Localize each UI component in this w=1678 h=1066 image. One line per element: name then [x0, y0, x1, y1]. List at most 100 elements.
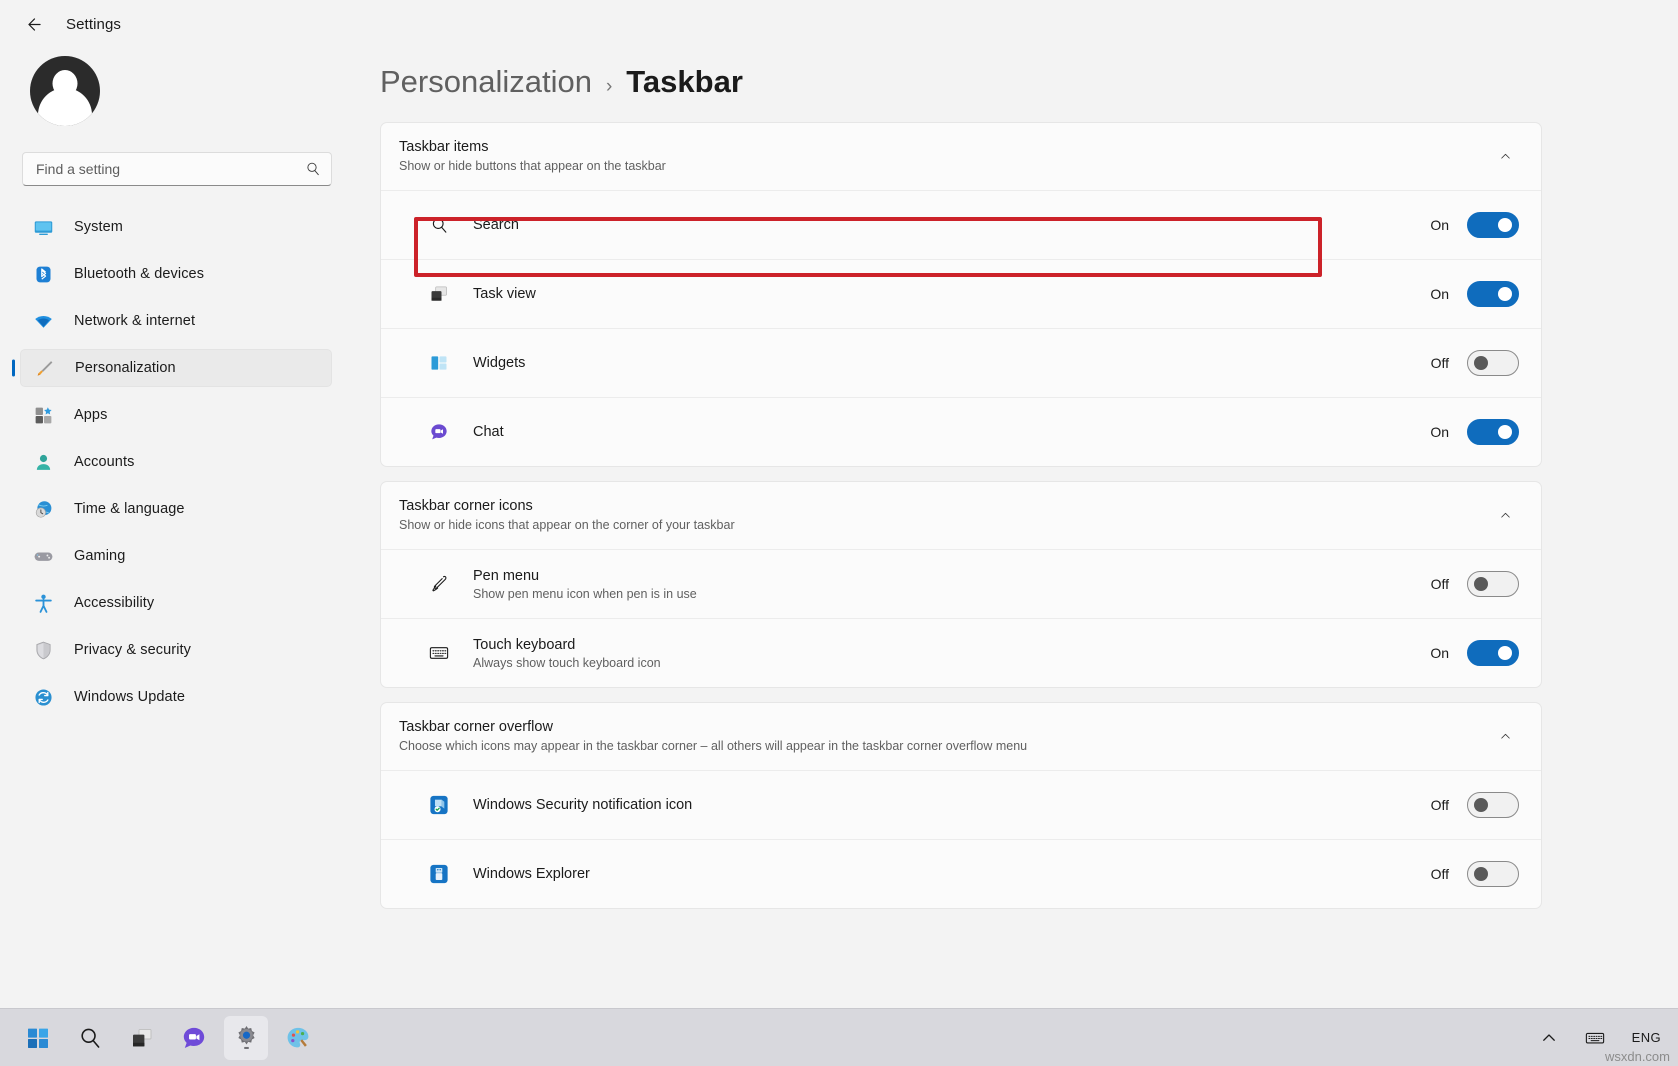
breadcrumb-parent[interactable]: Personalization — [380, 64, 592, 100]
sidebar-item-bluetooth-devices[interactable]: Bluetooth & devices — [20, 255, 332, 293]
task-view-icon — [427, 282, 451, 306]
person-icon — [32, 451, 54, 473]
search-setting-box[interactable] — [22, 152, 332, 186]
magnifier-icon — [78, 1026, 102, 1050]
window-body: System Bluetooth & devices — [0, 48, 1678, 1066]
setting-row-windows-explorer[interactable]: Windows Explorer Off — [381, 839, 1541, 908]
sidebar-item-accessibility[interactable]: Accessibility — [20, 584, 332, 622]
setting-label: Pen menu — [473, 568, 1431, 584]
section-header[interactable]: Taskbar items Show or hide buttons that … — [381, 123, 1541, 190]
chevron-up-icon[interactable] — [1491, 142, 1519, 170]
setting-description: Always show touch keyboard icon — [473, 656, 1430, 670]
sidebar-item-label: System — [74, 219, 123, 235]
section-header[interactable]: Taskbar corner icons Show or hide icons … — [381, 482, 1541, 549]
search-toggle[interactable] — [1467, 212, 1519, 238]
task-view-icon — [130, 1026, 154, 1050]
sidebar-item-label: Accounts — [74, 454, 134, 470]
accessibility-person-icon — [32, 592, 54, 614]
touch-keyboard-tray-button[interactable] — [1577, 1018, 1613, 1058]
section-title: Taskbar items — [399, 139, 1491, 155]
avatar-body — [38, 88, 92, 126]
settings-button[interactable] — [224, 1016, 268, 1060]
sidebar-item-network-internet[interactable]: Network & internet — [20, 302, 332, 340]
setting-row-touch-keyboard[interactable]: Touch keyboard Always show touch keyboar… — [381, 618, 1541, 687]
setting-description: Show pen menu icon when pen is in use — [473, 587, 1431, 601]
sidebar-item-label: Network & internet — [74, 313, 195, 329]
search-input[interactable] — [36, 161, 305, 177]
touch-keyboard-toggle[interactable] — [1467, 640, 1519, 666]
sidebar-item-label: Personalization — [75, 360, 176, 376]
setting-row-widgets[interactable]: Widgets Off — [381, 328, 1541, 397]
chat-icon — [181, 1025, 207, 1051]
search-button[interactable] — [68, 1016, 112, 1060]
sidebar-item-label: Apps — [74, 407, 107, 423]
windows-explorer-icon — [427, 862, 451, 886]
monitor-icon — [32, 216, 54, 238]
sidebar-item-label: Gaming — [74, 548, 125, 564]
section-taskbar-items: Taskbar items Show or hide buttons that … — [380, 122, 1542, 467]
chat-toggle[interactable] — [1467, 419, 1519, 445]
content-area: Personalization › Taskbar Taskbar items … — [352, 48, 1678, 1066]
section-subtitle: Show or hide icons that appear on the co… — [399, 518, 1491, 532]
sidebar-item-personalization[interactable]: Personalization — [20, 349, 332, 387]
sidebar-item-label: Bluetooth & devices — [74, 266, 204, 282]
sidebar-item-windows-update[interactable]: Windows Update — [20, 678, 332, 716]
back-button[interactable] — [16, 6, 52, 42]
setting-row-pen-menu[interactable]: Pen menu Show pen menu icon when pen is … — [381, 549, 1541, 618]
section-title: Taskbar corner icons — [399, 498, 1491, 514]
gear-icon — [233, 1024, 260, 1051]
sidebar: System Bluetooth & devices — [0, 48, 352, 1066]
tray-overflow-button[interactable] — [1533, 1018, 1565, 1058]
sidebar-item-apps[interactable]: Apps — [20, 396, 332, 434]
windows-security-toggle[interactable] — [1467, 792, 1519, 818]
breadcrumb: Personalization › Taskbar — [380, 48, 1678, 122]
chat-icon — [427, 420, 451, 444]
paint-palette-icon — [285, 1025, 311, 1051]
sidebar-item-time-language[interactable]: Time & language — [20, 490, 332, 528]
title-bar: Settings — [0, 0, 1678, 48]
task-view-toggle[interactable] — [1467, 281, 1519, 307]
widgets-toggle[interactable] — [1467, 350, 1519, 376]
setting-label: Task view — [473, 286, 1430, 302]
section-subtitle: Show or hide buttons that appear on the … — [399, 159, 1491, 173]
setting-label: Touch keyboard — [473, 637, 1430, 653]
breadcrumb-separator-icon: › — [606, 76, 612, 98]
sidebar-item-privacy-security[interactable]: Privacy & security — [20, 631, 332, 669]
toggle-state-label: Off — [1431, 355, 1449, 371]
task-view-button[interactable] — [120, 1016, 164, 1060]
account-header[interactable] — [20, 48, 332, 126]
chevron-up-icon[interactable] — [1491, 722, 1519, 750]
section-taskbar-corner-overflow: Taskbar corner overflow Choose which ico… — [380, 702, 1542, 909]
sidebar-item-system[interactable]: System — [20, 208, 332, 246]
taskbar-buttons — [16, 1016, 320, 1060]
chevron-up-icon[interactable] — [1491, 501, 1519, 529]
search-icon — [427, 213, 451, 237]
search-icon — [305, 161, 321, 177]
sidebar-item-gaming[interactable]: Gaming — [20, 537, 332, 575]
language-indicator[interactable]: ENG — [1625, 1018, 1668, 1058]
setting-row-chat[interactable]: Chat On — [381, 397, 1541, 466]
paint-button[interactable] — [276, 1016, 320, 1060]
widgets-icon — [427, 351, 451, 375]
bluetooth-icon — [32, 263, 54, 285]
sidebar-item-label: Windows Update — [74, 689, 185, 705]
windows-explorer-toggle[interactable] — [1467, 861, 1519, 887]
back-arrow-icon — [25, 15, 44, 34]
taskbar-tray: ENG — [1533, 1018, 1668, 1058]
sidebar-item-label: Privacy & security — [74, 642, 191, 658]
start-button[interactable] — [16, 1016, 60, 1060]
sidebar-item-label: Time & language — [74, 501, 185, 517]
windows-security-icon — [427, 793, 451, 817]
sidebar-item-accounts[interactable]: Accounts — [20, 443, 332, 481]
section-header[interactable]: Taskbar corner overflow Choose which ico… — [381, 703, 1541, 770]
setting-label: Widgets — [473, 355, 1431, 371]
clock-globe-icon — [32, 498, 54, 520]
pen-menu-toggle[interactable] — [1467, 571, 1519, 597]
setting-row-task-view[interactable]: Task view On — [381, 259, 1541, 328]
gamepad-icon — [32, 545, 54, 567]
chat-button[interactable] — [172, 1016, 216, 1060]
touch-keyboard-icon — [1584, 1027, 1606, 1049]
setting-row-search[interactable]: Search On — [381, 190, 1541, 259]
setting-row-windows-security-notification-icon[interactable]: Windows Security notification icon Off — [381, 770, 1541, 839]
avatar[interactable] — [30, 56, 100, 126]
